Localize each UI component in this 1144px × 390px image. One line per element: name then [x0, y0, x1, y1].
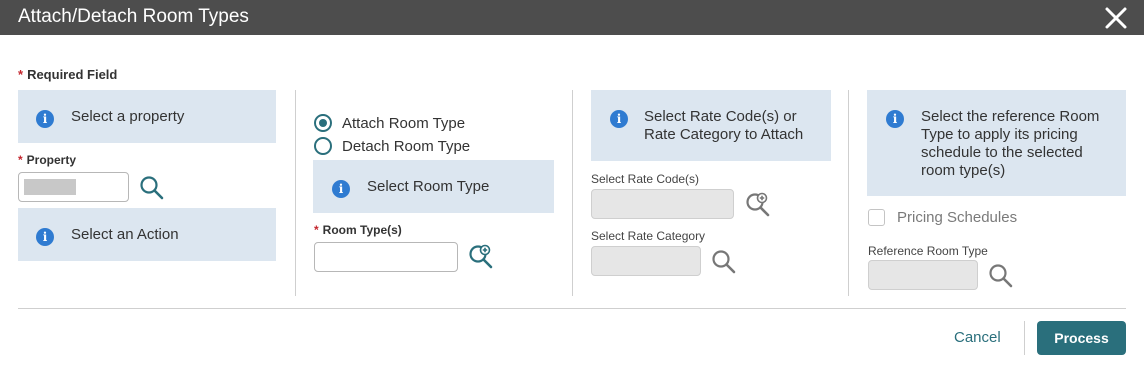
radio-attach-room-type[interactable]: Attach Room Type — [314, 114, 465, 132]
footer-divider — [18, 308, 1126, 309]
column-divider — [848, 90, 849, 296]
property-label-text: Property — [26, 153, 77, 167]
radio-detach-label: Detach Room Type — [342, 137, 471, 155]
close-icon[interactable] — [1104, 6, 1128, 30]
pricing-schedules-label: Pricing Schedules — [897, 209, 1018, 226]
cancel-button[interactable]: Cancel — [954, 329, 1001, 346]
search-icon[interactable] — [711, 249, 737, 275]
property-input[interactable] — [18, 172, 129, 202]
info-text-reference-line2: Type to apply its pricing — [921, 126, 1078, 143]
radio-button[interactable] — [314, 137, 332, 155]
radio-dot — [319, 119, 327, 127]
info-text-select-rate-line1: Select Rate Code(s) or — [644, 108, 797, 125]
room-types-input[interactable] — [314, 242, 458, 272]
radio-detach-room-type[interactable]: Detach Room Type — [314, 137, 470, 155]
required-star: * — [314, 223, 319, 237]
info-panel-reference-room-type: i Select the reference Room Type to appl… — [867, 90, 1126, 196]
radio-button-selected[interactable] — [314, 114, 332, 132]
search-icon[interactable] — [139, 175, 165, 201]
button-divider — [1024, 321, 1025, 355]
rate-codes-label: Select Rate Code(s) — [591, 172, 700, 186]
info-panel-select-action: i Select an Action — [18, 208, 276, 261]
pricing-schedules-checkbox[interactable]: Pricing Schedules — [868, 209, 1017, 226]
info-text-reference-line1: Select the reference Room — [921, 108, 1100, 125]
search-plus-icon[interactable] — [745, 192, 771, 218]
checkbox-box[interactable] — [868, 209, 885, 226]
dialog-title: Attach/Detach Room Types — [18, 6, 249, 27]
room-types-label: * Room Type(s) — [314, 223, 402, 237]
required-field-note: * Required Field — [18, 67, 117, 82]
required-star: * — [18, 67, 24, 82]
info-icon: i — [36, 228, 54, 246]
search-icon[interactable] — [988, 263, 1014, 289]
info-icon: i — [610, 110, 628, 128]
property-value-redacted — [24, 179, 76, 195]
info-panel-select-property: i Select a property — [18, 90, 276, 143]
dialog-titlebar: Attach/Detach Room Types — [0, 0, 1144, 35]
info-text-select-room-type: Select Room Type — [367, 178, 490, 195]
radio-attach-label: Attach Room Type — [342, 114, 466, 132]
rate-codes-input — [591, 189, 734, 219]
required-field-text: Required Field — [27, 67, 118, 82]
rate-category-label: Select Rate Category — [591, 229, 706, 243]
column-divider — [572, 90, 573, 296]
rate-category-input — [591, 246, 701, 276]
property-label: * Property — [18, 153, 76, 167]
info-icon: i — [36, 110, 54, 128]
info-text-reference-line3: schedule to the selected — [921, 144, 1083, 161]
process-button[interactable]: Process — [1037, 321, 1126, 355]
room-types-label-text: Room Type(s) — [322, 223, 402, 237]
reference-room-type-label: Reference Room Type — [868, 244, 988, 258]
required-star: * — [18, 153, 23, 167]
info-panel-select-room-type: i Select Room Type — [313, 160, 554, 213]
info-icon: i — [332, 180, 350, 198]
info-text-reference-line4: room type(s) — [921, 162, 1006, 179]
reference-room-type-input — [868, 260, 978, 290]
info-text-select-property: Select a property — [71, 108, 185, 125]
info-panel-select-rate: i Select Rate Code(s) or Rate Category t… — [591, 90, 831, 161]
info-text-select-action: Select an Action — [71, 226, 179, 243]
search-plus-icon[interactable] — [468, 244, 494, 270]
info-icon: i — [886, 110, 904, 128]
column-divider — [295, 90, 296, 296]
info-text-select-rate-line2: Rate Category to Attach — [644, 126, 804, 143]
